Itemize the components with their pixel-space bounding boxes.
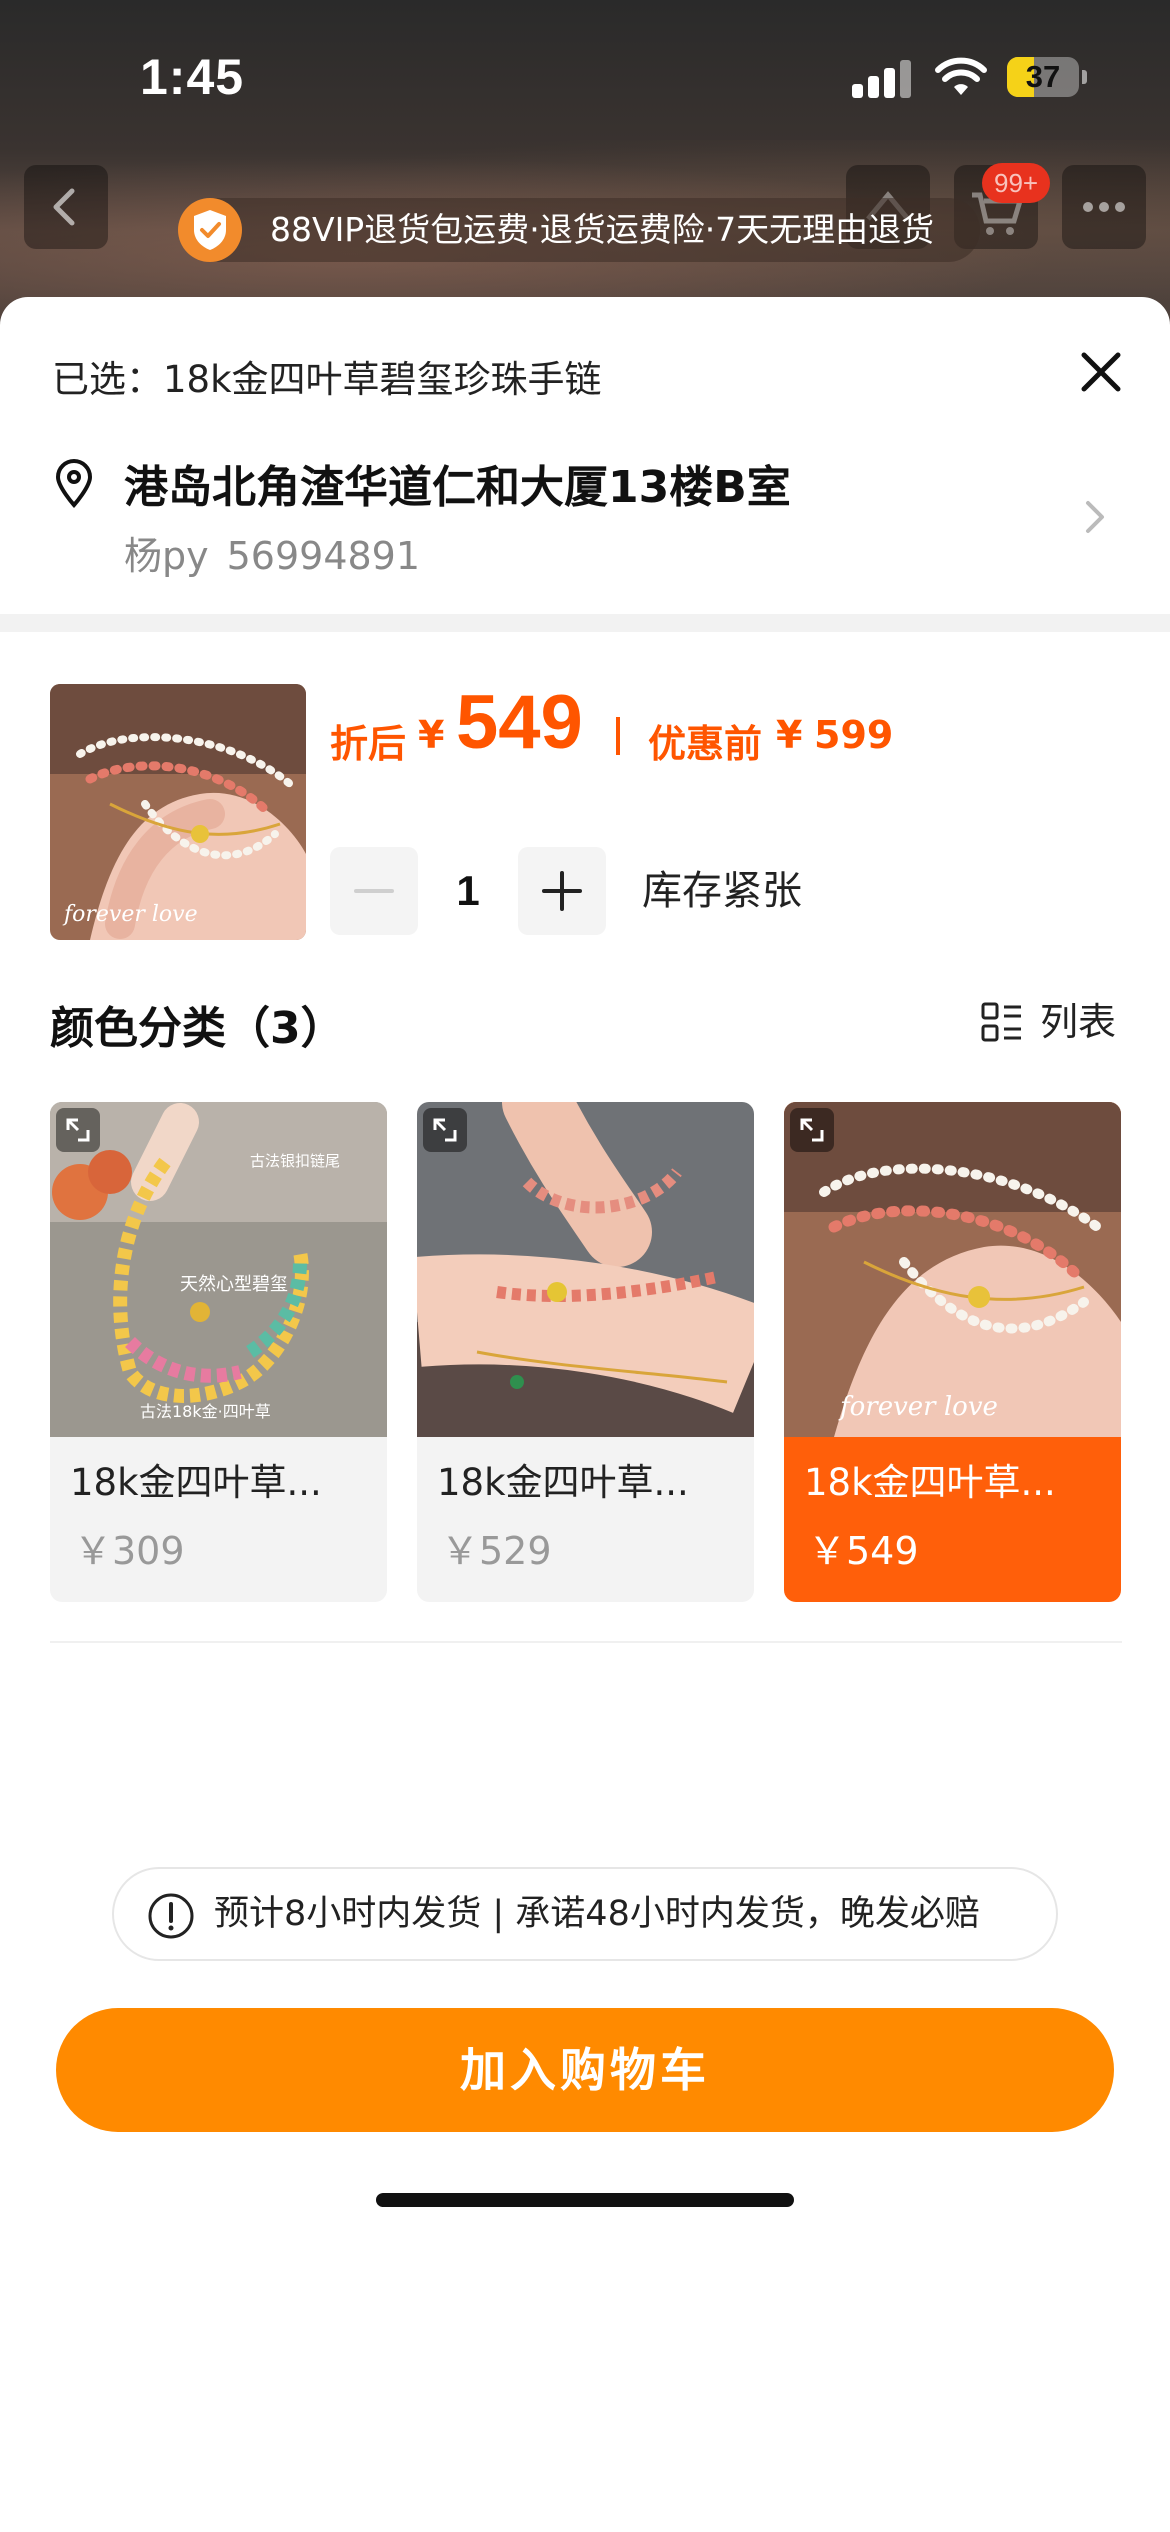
variant-section-title: 颜色分类（3）: [50, 1003, 345, 1054]
variant-image-caption: forever love: [840, 1392, 998, 1422]
discount-label: 折后: [330, 722, 407, 766]
section-divider-line: [50, 1641, 1122, 1643]
variant-card[interactable]: 18k金四叶草... ￥529: [417, 1102, 754, 1602]
variant-price: ￥309: [74, 1529, 185, 1573]
variant-name: 18k金四叶草...: [437, 1461, 689, 1504]
status-bar: 1:45 37: [0, 0, 1170, 150]
info-icon: [146, 1891, 196, 1941]
recipient-phone: 56994891: [226, 534, 421, 578]
expand-icon[interactable]: [423, 1108, 467, 1152]
variant-grid: 古法银扣链尾 天然心型碧玺 古法18k金·四叶草 18k金四叶草... ￥309: [50, 1102, 1122, 1602]
status-time: 1:45: [140, 49, 245, 105]
recipient-info: 杨py 56994891: [124, 525, 420, 580]
plus-icon: [542, 871, 582, 911]
sku-selection-sheet: 已选：18k金四叶草碧玺珍珠手链 港岛北角渣华道仁和大厦13楼B室 杨py 569…: [0, 297, 1170, 2532]
chevron-left-icon: [53, 188, 75, 226]
cart-count-badge: 99+: [982, 163, 1051, 203]
add-to-cart-label: 加入购物车: [460, 2043, 710, 2097]
battery-percent: 37: [1025, 59, 1061, 94]
close-button[interactable]: [1072, 343, 1130, 401]
vip-return-banner[interactable]: 88VIP退货包运费·退货运费险·7天无理由退货: [178, 198, 980, 262]
variant-price: ￥549: [808, 1529, 919, 1573]
add-to-cart-button[interactable]: 加入购物车: [56, 2008, 1114, 2132]
address-line: 港岛北角渣华道仁和大厦13楼B室: [124, 462, 791, 513]
price-separator: [616, 717, 620, 755]
variant-card-selected[interactable]: forever love 18k金四叶草... ￥549: [784, 1102, 1121, 1602]
selected-sku-text: 已选：18k金四叶草碧玺珍珠手链: [52, 358, 602, 401]
recipient-name: 杨py: [124, 534, 209, 578]
minus-icon: [354, 889, 394, 893]
list-view-label: 列表: [1040, 1000, 1117, 1044]
original-price-amount: 599: [814, 713, 894, 757]
variant-image-caption: 天然心型碧玺: [180, 1274, 288, 1295]
product-thumbnail[interactable]: forever love: [50, 684, 306, 940]
variant-image: [784, 1102, 1121, 1437]
stock-status: 库存紧张: [642, 868, 802, 914]
variant-image-caption: 古法18k金·四叶草: [140, 1402, 271, 1421]
more-button[interactable]: [1062, 165, 1146, 249]
original-price-label: 优惠前: [648, 722, 763, 766]
variant-image-caption: 古法银扣链尾: [250, 1152, 341, 1170]
price-currency: ¥: [418, 713, 445, 757]
wifi-icon: [935, 55, 987, 99]
variant-card[interactable]: 古法银扣链尾 天然心型碧玺 古法18k金·四叶草 18k金四叶草... ￥309: [50, 1102, 387, 1602]
battery-icon: 37: [1007, 55, 1087, 99]
cellular-signal-icon: [852, 58, 912, 98]
back-button[interactable]: [24, 165, 108, 249]
shipping-note-text: 预计8小时内发货 | 承诺48小时内发货，晚发必赔: [214, 1894, 980, 1934]
variant-image: [417, 1102, 754, 1437]
more-dots-icon: [1083, 202, 1125, 212]
variant-name: 18k金四叶草...: [70, 1461, 322, 1504]
section-divider: [0, 614, 1170, 632]
location-pin-icon: [52, 457, 96, 509]
original-price-currency: ¥: [776, 713, 803, 757]
variant-price: ￥529: [441, 1529, 552, 1573]
close-icon: [1081, 352, 1121, 392]
shipping-promise-note: 预计8小时内发货 | 承诺48小时内发货，晚发必赔: [112, 1867, 1058, 1961]
quantity-increase-button[interactable]: [518, 847, 606, 935]
list-view-icon: [980, 1001, 1024, 1045]
variant-name: 18k金四叶草...: [804, 1461, 1056, 1504]
shield-check-icon: [178, 198, 242, 262]
home-indicator[interactable]: [376, 2193, 794, 2207]
thumbnail-watermark: forever love: [64, 902, 198, 927]
expand-icon[interactable]: [790, 1108, 834, 1152]
quantity-value[interactable]: 1: [418, 847, 518, 935]
quantity-decrease-button[interactable]: [330, 847, 418, 935]
chevron-right-icon: [1082, 497, 1108, 537]
vip-banner-text: 88VIP退货包运费·退货运费险·7天无理由退货: [270, 210, 935, 249]
expand-icon[interactable]: [56, 1108, 100, 1152]
price-amount: 549: [456, 680, 583, 765]
